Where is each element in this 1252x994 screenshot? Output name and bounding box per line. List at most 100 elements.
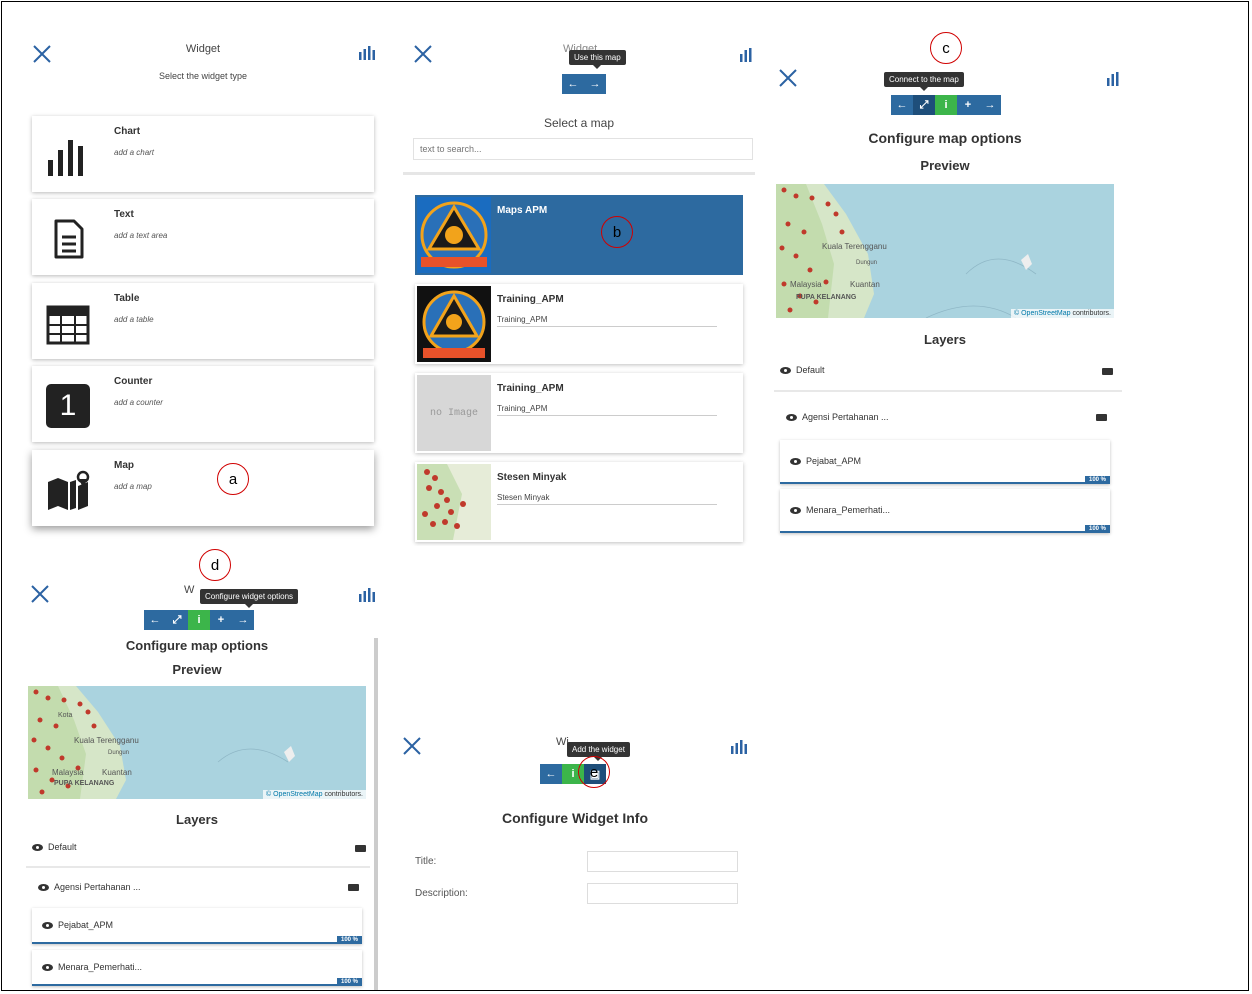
folder-icon[interactable] — [348, 884, 359, 891]
sublayer-row: Menara_Pemerhati... — [42, 962, 142, 972]
title-field[interactable] — [587, 851, 738, 872]
bar-chart-icon[interactable] — [730, 738, 748, 754]
back-arrow-icon[interactable]: ← — [144, 610, 166, 630]
panel-widget-type: Widget Select the widget type Chart add … — [22, 36, 384, 546]
layer-name: Pejabat_APM — [806, 456, 862, 466]
map-title: Training_APM — [497, 294, 564, 305]
opacity-bar[interactable] — [780, 531, 1110, 533]
annotation-b: b — [601, 216, 633, 248]
map-preview[interactable]: Kota Kuala Terengganu Dungun Malaysia Ku… — [28, 686, 366, 799]
opacity-bar[interactable] — [32, 942, 362, 944]
divider — [774, 390, 1122, 392]
layer-name: Menara_Pemerhati... — [58, 962, 143, 972]
widget-card-counter[interactable]: 1 Counter add a counter — [32, 366, 374, 442]
bar-chart-icon[interactable] — [358, 586, 376, 602]
scrollbar[interactable] — [374, 638, 378, 990]
osm-link[interactable]: © OpenStreetMap — [1014, 310, 1071, 317]
info-icon[interactable]: i — [935, 95, 957, 115]
opacity-value: 100 % — [336, 936, 362, 944]
sublayer-card[interactable]: Menara_Pemerhati... 100 % — [780, 489, 1110, 533]
widget-card-text[interactable]: Text add a text area — [32, 199, 374, 275]
back-arrow-icon[interactable]: ← — [891, 95, 913, 115]
folder-icon[interactable] — [1096, 414, 1107, 421]
close-icon[interactable] — [402, 736, 422, 756]
layer-row-group[interactable]: Agensi Pertahanan ... — [38, 882, 141, 892]
map-card-selected[interactable]: Maps APM — [415, 195, 743, 275]
sublayer-card[interactable]: Pejabat_APM 100 % — [32, 908, 362, 944]
card-title: Map — [114, 460, 134, 471]
divider — [26, 866, 370, 868]
map-thumbnail — [417, 464, 491, 540]
map-preview[interactable]: Kuala Terengganu Dungun Malaysia Kuantan… — [776, 184, 1114, 318]
layer-row-default[interactable]: Default — [32, 842, 77, 852]
card-desc: add a map — [114, 482, 152, 491]
eye-icon[interactable] — [42, 922, 53, 930]
layers-title: Layers — [924, 332, 966, 347]
forward-arrow-icon[interactable]: → — [979, 95, 1001, 115]
osm-link[interactable]: © OpenStreetMap — [266, 791, 323, 798]
layer-name: Pejabat_APM — [58, 920, 114, 930]
layer-row-default[interactable]: Default — [780, 365, 825, 375]
eye-icon[interactable] — [786, 414, 797, 422]
map-desc: Stesen Minyak — [497, 493, 550, 502]
map-title: Maps APM — [497, 205, 548, 216]
close-icon[interactable] — [413, 44, 433, 64]
map-desc: Training_APM — [497, 315, 548, 324]
map-card[interactable]: no Image Training_APM Training_APM — [415, 373, 743, 453]
map-title: Stesen Minyak — [497, 472, 567, 483]
heading: Configure Widget Info — [501, 810, 649, 826]
map-card[interactable]: Stesen Minyak Stesen Minyak — [415, 462, 743, 542]
widget-card-chart[interactable]: Chart add a chart — [32, 116, 374, 192]
map-title: Training_APM — [497, 383, 564, 394]
bar-chart-icon[interactable] — [1106, 70, 1120, 86]
plus-icon[interactable]: + — [210, 610, 232, 630]
close-icon[interactable] — [30, 584, 50, 604]
back-arrow-icon[interactable]: ← — [540, 764, 562, 784]
opacity-bar[interactable] — [780, 482, 1110, 484]
sublayer-card[interactable]: Pejabat_APM 100 % — [780, 440, 1110, 484]
eye-icon[interactable] — [780, 367, 791, 375]
preview-label: Preview — [920, 158, 970, 173]
opacity-bar[interactable] — [32, 984, 362, 986]
eye-icon[interactable] — [42, 964, 53, 972]
description-field[interactable] — [587, 883, 738, 904]
map-icon — [48, 470, 90, 510]
panel-widget-info: Wi Add the widget ← i ▣ Configure Widget… — [392, 728, 758, 990]
eye-icon[interactable] — [38, 884, 49, 892]
info-icon[interactable]: i — [188, 610, 210, 630]
annotation-a: a — [217, 463, 249, 495]
bar-chart-icon[interactable] — [358, 44, 376, 60]
eye-icon[interactable] — [790, 507, 801, 515]
search-input[interactable] — [413, 138, 753, 160]
divider — [497, 415, 717, 416]
attribution-text: contributors. — [322, 791, 363, 798]
panel-configure-map-options: W Configure widget options ← ⤢ i + → Con… — [22, 578, 380, 990]
opacity-value: 100 % — [336, 978, 362, 986]
layer-row-group[interactable]: Agensi Pertahanan ... — [786, 412, 889, 422]
map-label: Kuala Terengganu — [822, 242, 887, 251]
map-card[interactable]: Training_APM Training_APM — [415, 284, 743, 364]
eye-icon[interactable] — [32, 844, 43, 852]
connect-map-icon[interactable]: ⤢ — [913, 95, 935, 115]
folder-icon[interactable] — [355, 845, 366, 852]
no-image-text: no Image — [429, 407, 478, 419]
connect-map-icon[interactable]: ⤢ — [166, 610, 188, 630]
forward-arrow-icon[interactable]: → — [232, 610, 254, 630]
widget-card-map[interactable]: Map add a map — [32, 450, 374, 526]
map-label: Malaysia — [52, 768, 84, 777]
bar-chart-icon — [48, 140, 83, 176]
eye-icon[interactable] — [790, 458, 801, 466]
back-arrow-icon[interactable]: ← — [562, 74, 584, 94]
sublayer-card[interactable]: Menara_Pemerhati... 100 % — [32, 950, 362, 986]
forward-arrow-icon[interactable]: → — [584, 74, 606, 94]
close-icon[interactable] — [778, 68, 798, 88]
widget-card-table[interactable]: Table add a table — [32, 283, 374, 359]
plus-icon[interactable]: + — [957, 95, 979, 115]
wizard-nav: ← ⤢ i + → — [891, 95, 1001, 115]
heading: Select a map — [543, 116, 615, 130]
description-label: Description: — [415, 888, 468, 899]
map-label: PUPA KELANANG — [796, 294, 857, 301]
folder-icon[interactable] — [1102, 368, 1113, 375]
table-icon — [46, 305, 90, 345]
bar-chart-icon[interactable] — [739, 46, 753, 62]
